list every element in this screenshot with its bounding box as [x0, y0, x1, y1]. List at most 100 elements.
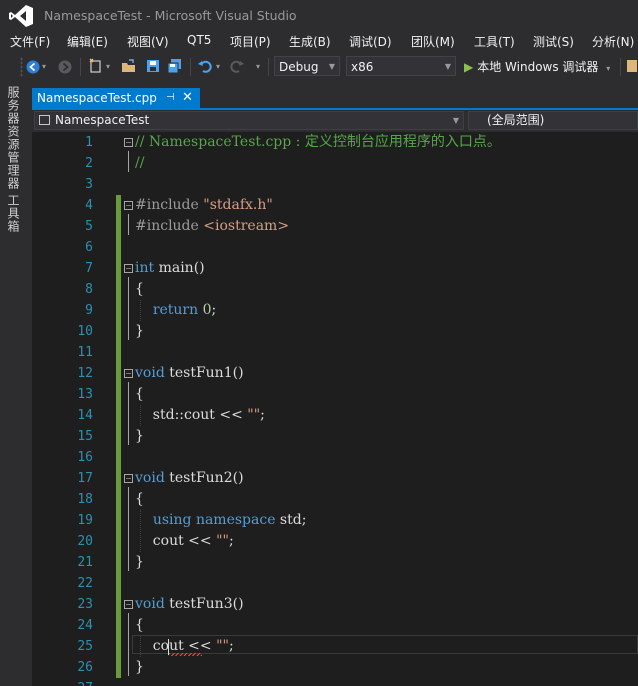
- menu-bar: 文件(F) 编辑(E) 视图(V) QT5 项目(P) 生成(B) 调试(D) …: [0, 30, 638, 52]
- line-number: 11: [77, 345, 93, 360]
- project-select[interactable]: NamespaceTest ▼: [34, 111, 464, 130]
- menu-team[interactable]: 团队(M): [411, 33, 455, 50]
- line-number: 19: [77, 513, 93, 528]
- line-text: {: [135, 386, 144, 402]
- line-number: 4: [85, 198, 93, 213]
- code-line: 27: [32, 678, 638, 686]
- line-number: 17: [77, 471, 93, 486]
- menu-debug[interactable]: 调试(D): [349, 33, 392, 50]
- line-number: 21: [77, 555, 93, 570]
- line-number: 6: [85, 240, 93, 255]
- visual-studio-logo-icon: [9, 5, 33, 27]
- line-text: #include <iostream>: [135, 218, 290, 234]
- new-project-icon[interactable]: [87, 58, 105, 76]
- tab-label: NamespaceTest.cpp: [37, 91, 157, 105]
- menu-project[interactable]: 项目(P): [230, 33, 271, 50]
- start-debugging-button[interactable]: ▶ 本地 Windows 调试器 ▾: [464, 58, 610, 76]
- line-number: 14: [77, 408, 93, 423]
- undo-icon[interactable]: [196, 58, 214, 76]
- line-number: 13: [77, 387, 93, 402]
- menu-edit[interactable]: 编辑(E): [67, 33, 108, 50]
- line-text: }: [135, 323, 144, 339]
- chevron-down-icon: ▼: [452, 116, 459, 125]
- code-line: 7 int main(): [32, 258, 638, 279]
- navigate-forward-icon[interactable]: [56, 58, 74, 76]
- line-number: 25: [77, 639, 93, 654]
- code-line: 6: [32, 237, 638, 258]
- code-line: 9 return 0;: [32, 300, 638, 321]
- text-caret: [168, 639, 169, 655]
- line-number: 18: [77, 492, 93, 507]
- close-icon[interactable]: ✕: [182, 88, 193, 108]
- line-text: //: [135, 155, 145, 171]
- menu-file[interactable]: 文件(F): [10, 33, 50, 50]
- code-line: 23 void testFun3(): [32, 594, 638, 615]
- line-number: 27: [32, 678, 93, 686]
- line-number: 23: [77, 597, 93, 612]
- code-line: 17 void testFun2(): [32, 468, 638, 489]
- line-number: 10: [77, 324, 93, 339]
- line-text: using namespace std;: [152, 512, 307, 528]
- line-text: {: [135, 617, 144, 633]
- line-text: {: [135, 281, 144, 297]
- line-text: }: [135, 554, 144, 570]
- attach-icon[interactable]: [624, 58, 638, 76]
- line-number: 24: [77, 618, 93, 633]
- line-text: void testFun2(): [135, 470, 244, 486]
- save-all-icon[interactable]: [166, 58, 184, 76]
- toolbox-tab[interactable]: 工具箱: [6, 194, 22, 233]
- code-line: 4 #include "stdafx.h": [32, 195, 638, 216]
- line-number: 22: [77, 576, 93, 591]
- line-number: 12: [77, 366, 93, 381]
- code-line: 12 void testFun1(): [32, 363, 638, 384]
- chevron-down-icon: ▼: [444, 62, 451, 71]
- toolbar-separator: [80, 58, 81, 76]
- navigation-bar: NamespaceTest ▼ (全局范围): [32, 110, 638, 132]
- code-line: 5 #include <iostream>: [32, 216, 638, 237]
- menu-build[interactable]: 生成(B): [289, 33, 331, 50]
- menu-qt5[interactable]: QT5: [187, 33, 211, 47]
- code-line: 2 //: [32, 153, 638, 174]
- line-text: }: [135, 659, 144, 675]
- code-line: 18 {: [32, 489, 638, 510]
- code-line: 13 {: [32, 384, 638, 405]
- line-text: #include "stdafx.h": [135, 197, 273, 213]
- line-text: std::cout << "";: [135, 407, 265, 423]
- toolbar-separator: [620, 58, 621, 76]
- save-icon[interactable]: [144, 58, 162, 76]
- scope-value: (全局范围): [487, 113, 545, 127]
- line-text: }: [135, 428, 144, 444]
- scope-select[interactable]: (全局范围): [468, 111, 638, 130]
- server-explorer-tab[interactable]: 服务器资源管理器: [6, 86, 22, 190]
- run-label: 本地 Windows 调试器: [477, 60, 599, 74]
- pin-icon[interactable]: ⊣: [166, 88, 175, 108]
- back-dropdown-icon[interactable]: ▾: [40, 58, 48, 76]
- redo-icon[interactable]: [228, 58, 246, 76]
- code-line: 10 }: [32, 321, 638, 342]
- code-line: 8 {: [32, 279, 638, 300]
- solution-configuration-select[interactable]: Debug ▼: [274, 56, 340, 76]
- undo-dropdown-icon[interactable]: ▾: [214, 58, 222, 76]
- error-squiggle[interactable]: [168, 653, 202, 656]
- line-number: 5: [85, 219, 93, 234]
- open-file-icon[interactable]: [120, 58, 138, 76]
- code-line: 26 }: [32, 657, 638, 678]
- solution-platform-select[interactable]: x86 ▼: [346, 56, 456, 76]
- chevron-down-icon: ▼: [328, 62, 335, 71]
- code-editor[interactable]: − − − − − − 1 // NamespaceTest.cpp : 定义控…: [32, 132, 638, 686]
- line-number: 2: [85, 156, 93, 171]
- menu-view[interactable]: 视图(V): [127, 33, 169, 50]
- code-line: 15 }: [32, 426, 638, 447]
- window-title: NamespaceTest - Microsoft Visual Studio: [44, 8, 297, 23]
- menu-analyze[interactable]: 分析(N): [592, 33, 634, 50]
- toolbar-grip[interactable]: [20, 57, 23, 77]
- chevron-down-icon: ▾: [606, 64, 611, 73]
- code-line: 22: [32, 573, 638, 594]
- tab-namespacetest-cpp[interactable]: NamespaceTest.cpp ⊣ ✕: [32, 88, 200, 108]
- menu-tools[interactable]: 工具(T): [474, 33, 515, 50]
- new-dropdown-icon[interactable]: ▾: [104, 58, 112, 76]
- redo-dropdown-icon[interactable]: ▾: [254, 58, 262, 76]
- code-line: 20 cout << "";: [32, 531, 638, 552]
- menu-test[interactable]: 测试(S): [533, 33, 574, 50]
- code-line: 1 // NamespaceTest.cpp : 定义控制台应用程序的入口点。: [32, 132, 638, 153]
